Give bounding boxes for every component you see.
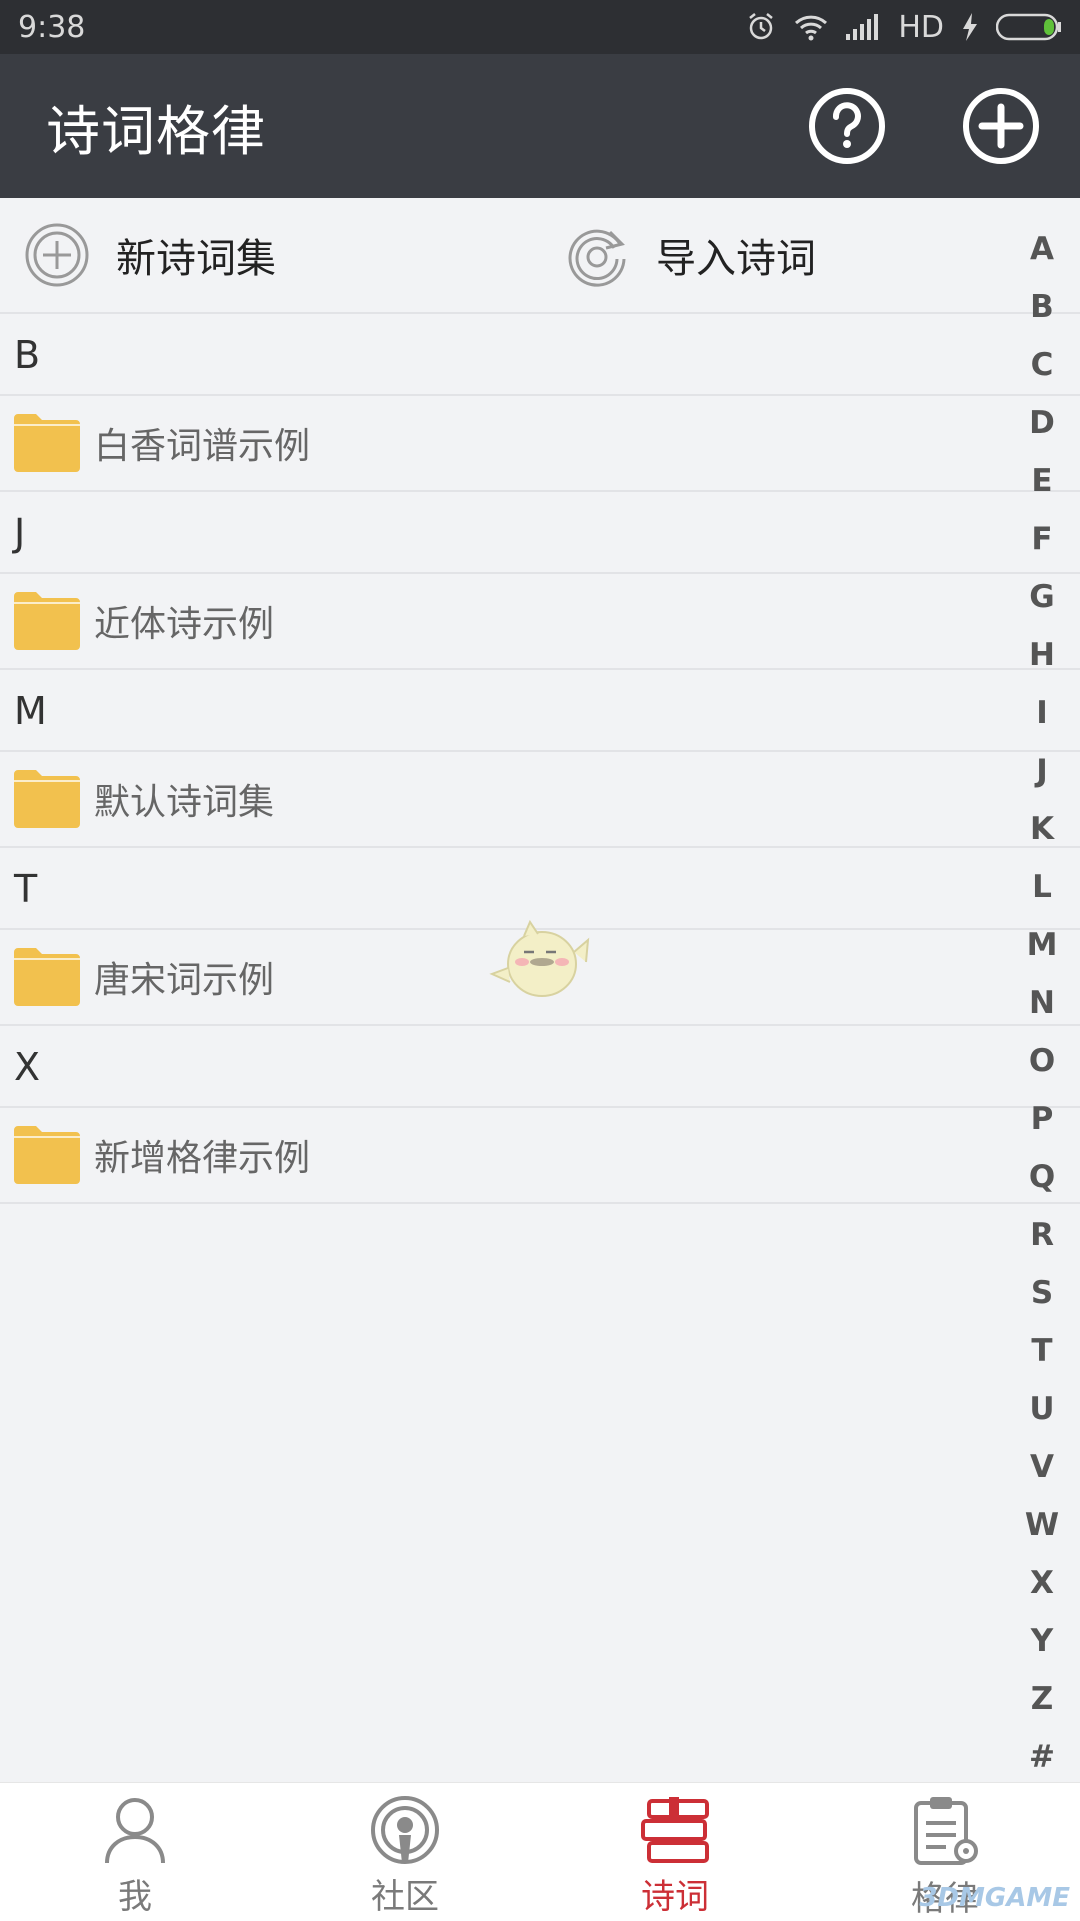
quick-actions: 新诗词集 导入诗词 xyxy=(0,198,1080,314)
index-letter[interactable]: Q xyxy=(1029,1148,1055,1206)
folder-icon xyxy=(14,414,80,472)
folder-label: 新增格律示例 xyxy=(94,1138,311,1179)
bottom-nav: 我 社区 诗词 格律 3DMGAME xyxy=(0,1782,1080,1921)
tab-me[interactable]: 我 xyxy=(0,1783,270,1921)
index-letter[interactable]: I xyxy=(1036,684,1048,742)
index-letter[interactable]: G xyxy=(1029,568,1054,626)
index-letter[interactable]: O xyxy=(1029,1032,1055,1090)
index-letter[interactable]: Y xyxy=(1031,1612,1053,1670)
index-letter[interactable]: L xyxy=(1032,858,1052,916)
books-icon xyxy=(641,1797,709,1863)
folder-label: 唐宋词示例 xyxy=(94,960,275,1001)
folder-icon xyxy=(14,770,80,828)
index-letter[interactable]: E xyxy=(1031,452,1052,510)
new-collection-button[interactable]: 新诗词集 xyxy=(24,198,276,312)
plus-circle-icon xyxy=(963,88,1039,164)
folder-label: 白香词谱示例 xyxy=(94,426,311,467)
index-letter[interactable]: U xyxy=(1029,1380,1054,1438)
index-letter[interactable]: S xyxy=(1031,1264,1053,1322)
list-item[interactable]: 近体诗示例 xyxy=(0,574,1080,670)
new-collection-label: 新诗词集 xyxy=(116,236,276,282)
mascot-icon xyxy=(489,919,590,997)
tab-poems[interactable]: 诗词 xyxy=(540,1783,810,1921)
list-item[interactable]: 默认诗词集 xyxy=(0,752,1080,848)
section-header-m: M xyxy=(0,670,1080,752)
index-letter[interactable]: X xyxy=(1030,1554,1054,1612)
folder-label: 默认诗词集 xyxy=(94,782,275,823)
collection-list: B 白香词谱示例 J 近体诗示例 M 默认诗词集 T 唐宋词示例 X 新增格律示… xyxy=(0,314,1080,1204)
folder-icon xyxy=(14,592,80,650)
page-title: 诗词格律 xyxy=(46,99,266,163)
battery-icon xyxy=(996,13,1062,41)
help-icon xyxy=(809,88,885,164)
index-letter[interactable]: W xyxy=(1025,1496,1059,1554)
index-letter[interactable]: N xyxy=(1029,974,1055,1032)
tab-label: 诗词 xyxy=(641,1877,709,1917)
status-time: 9:38 xyxy=(18,9,86,45)
broadcast-icon xyxy=(371,1796,439,1864)
clipboard-gear-icon xyxy=(914,1797,978,1865)
index-letter[interactable]: H xyxy=(1029,626,1055,684)
network-type: HD xyxy=(898,9,944,45)
tab-label: 社区 xyxy=(371,1877,439,1917)
index-letter[interactable]: M xyxy=(1027,916,1058,974)
alphabet-index[interactable]: A B C D E F G H I J K L M N O P Q R S T … xyxy=(1022,220,1062,1786)
index-letter[interactable]: J xyxy=(1036,742,1048,800)
folder-label: 近体诗示例 xyxy=(94,604,275,645)
refresh-icon xyxy=(568,229,626,287)
app-bar: 诗词格律 xyxy=(0,54,1080,198)
watermark: 3DMGAME xyxy=(919,1883,1070,1913)
status-bar: 9:38 HD xyxy=(0,0,1080,54)
index-letter[interactable]: C xyxy=(1031,336,1054,394)
folder-icon xyxy=(14,948,80,1006)
add-circle-icon xyxy=(25,223,89,287)
person-icon xyxy=(105,1798,165,1864)
section-header-x: X xyxy=(0,1026,1080,1108)
alarm-icon xyxy=(746,12,776,42)
index-letter[interactable]: B xyxy=(1030,278,1054,336)
index-letter[interactable]: P xyxy=(1031,1090,1054,1148)
index-letter[interactable]: A xyxy=(1030,220,1054,278)
index-letter[interactable]: R xyxy=(1030,1206,1054,1264)
import-label: 导入诗词 xyxy=(656,236,816,282)
list-item[interactable]: 新增格律示例 xyxy=(0,1108,1080,1204)
import-button[interactable]: 导入诗词 xyxy=(564,198,816,312)
charging-icon xyxy=(962,13,978,41)
signal-icon xyxy=(846,14,880,40)
index-letter[interactable]: K xyxy=(1030,800,1054,858)
index-letter[interactable]: # xyxy=(1029,1728,1055,1786)
tab-community[interactable]: 社区 xyxy=(270,1783,540,1921)
index-letter[interactable]: D xyxy=(1029,394,1055,452)
index-letter[interactable]: T xyxy=(1031,1322,1052,1380)
list-item[interactable]: 白香词谱示例 xyxy=(0,396,1080,492)
index-letter[interactable]: Z xyxy=(1031,1670,1053,1728)
help-button[interactable] xyxy=(808,87,886,165)
section-header-j: J xyxy=(0,492,1080,574)
wifi-icon xyxy=(794,13,828,41)
folder-icon xyxy=(14,1126,80,1184)
add-button[interactable] xyxy=(962,87,1040,165)
index-letter[interactable]: V xyxy=(1030,1438,1054,1496)
tab-label: 我 xyxy=(118,1877,152,1917)
index-letter[interactable]: F xyxy=(1031,510,1052,568)
section-header-b: B xyxy=(0,314,1080,396)
